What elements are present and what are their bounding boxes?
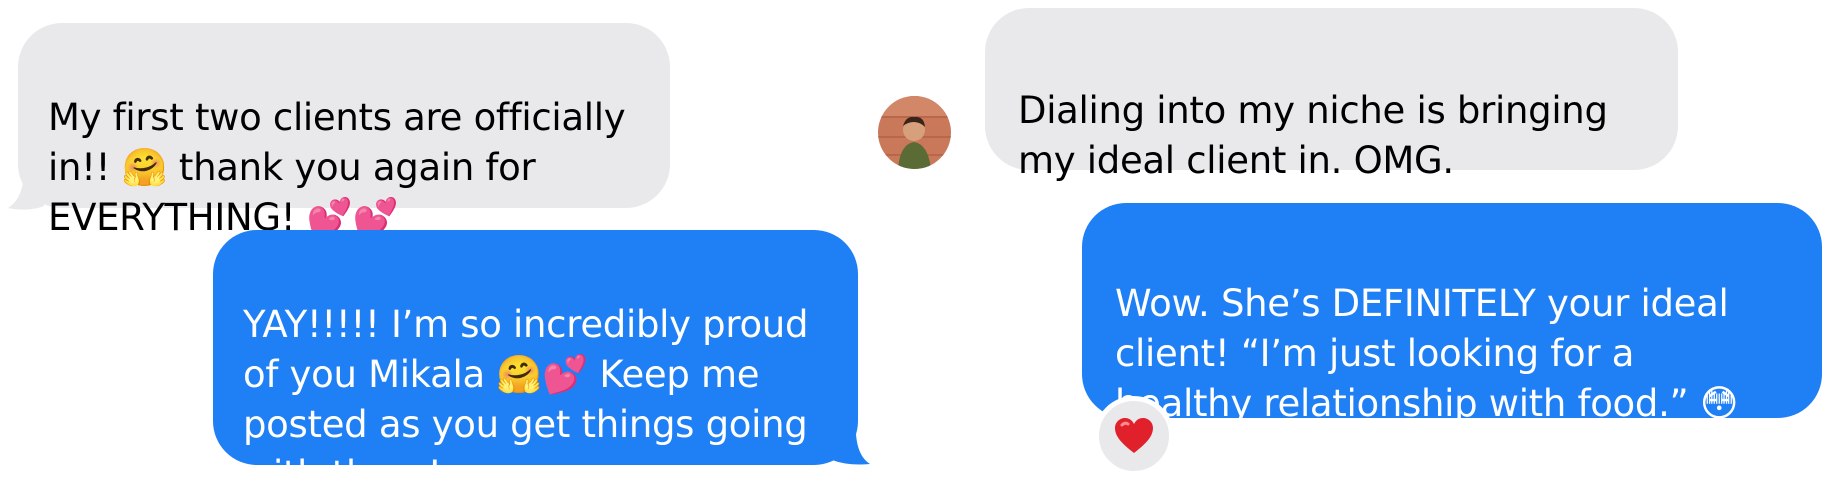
sent-message-bubble[interactable]: YAY!!!!! I’m so incredibly proud of you …: [213, 230, 858, 496]
sent-message-bubble[interactable]: Wow. She’s DEFINITELY your ideal client!…: [1082, 203, 1822, 425]
person-avatar-icon: [878, 96, 951, 169]
message-text: My first two clients are officially in!!…: [48, 96, 626, 239]
received-message-bubble[interactable]: My first two clients are officially in!!…: [18, 23, 670, 239]
heart-icon: [1115, 418, 1153, 453]
message-text: YAY!!!!! I’m so incredibly proud of you …: [243, 303, 809, 496]
contact-avatar[interactable]: [878, 96, 951, 169]
bubble-tail: [8, 170, 44, 210]
message-text: Wow. She’s DEFINITELY your ideal client!…: [1115, 282, 1739, 425]
tapback-reaction-badge[interactable]: ❤️: [1094, 396, 1174, 476]
bubble-tail: [832, 420, 870, 465]
received-message-bubble[interactable]: Dialing into my niche is bringing my ide…: [985, 8, 1678, 182]
message-text: Dialing into my niche is bringing my ide…: [1018, 89, 1608, 182]
